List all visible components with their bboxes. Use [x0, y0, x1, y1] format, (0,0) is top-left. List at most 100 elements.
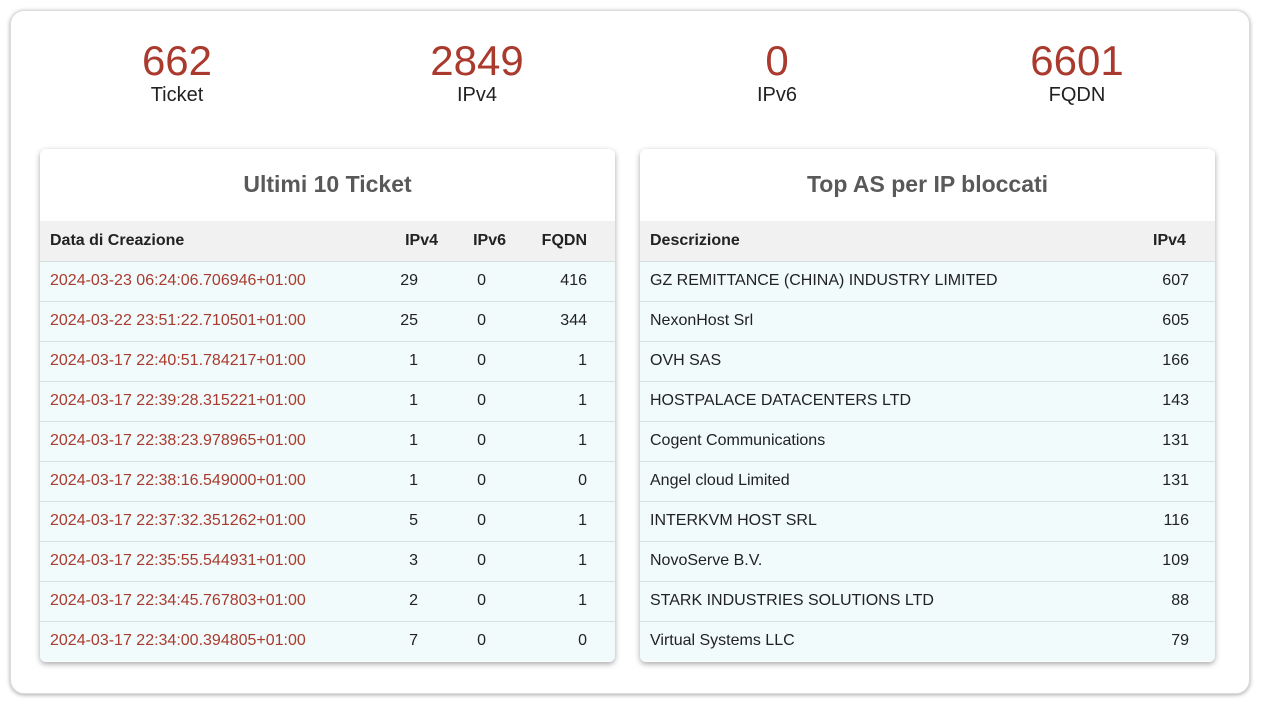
ticket-date-link[interactable]: 2024-03-17 22:34:45.767803+01:00 — [40, 580, 380, 621]
ticket-ipv6-cell: 0 — [448, 500, 516, 541]
table-row[interactable]: GZ REMITTANCE (CHINA) INDUSTRY LIMITED 60… — [640, 260, 1215, 301]
ticket-fqdn-cell: 1 — [516, 580, 615, 621]
ticket-fqdn-cell: 0 — [516, 620, 615, 661]
ticket-ipv4-cell: 7 — [380, 620, 448, 661]
ticket-ipv4-cell: 29 — [380, 260, 448, 301]
ticket-fqdn-cell: 1 — [516, 540, 615, 581]
stat-ipv6: 0 IPv6 — [627, 39, 927, 107]
as-description-cell: Virtual Systems LLC — [640, 620, 1115, 661]
ticket-ipv4-cell: 1 — [380, 460, 448, 501]
table-row[interactable]: 2024-03-17 22:38:16.549000+01:00 1 0 0 — [40, 460, 615, 501]
ticket-ipv4-cell: 25 — [380, 300, 448, 341]
table-row[interactable]: NexonHost Srl 605 — [640, 300, 1215, 341]
stat-ipv4-label: IPv4 — [456, 84, 498, 106]
table-row[interactable]: Virtual Systems LLC 79 — [640, 620, 1215, 661]
table-row[interactable]: 2024-03-17 22:38:23.978965+01:00 1 0 1 — [40, 420, 615, 461]
ticket-fqdn-cell: 1 — [516, 380, 615, 421]
ticket-ipv6-cell: 0 — [448, 260, 516, 301]
ticket-date-link[interactable]: 2024-03-17 22:39:28.315221+01:00 — [40, 380, 380, 421]
as-description-cell: NovoServe B.V. — [640, 540, 1115, 581]
table-row[interactable]: 2024-03-23 06:24:06.706946+01:00 29 0 416 — [40, 260, 615, 301]
table-row[interactable]: 2024-03-22 23:51:22.710501+01:00 25 0 344 — [40, 300, 615, 341]
table-row[interactable]: 2024-03-17 22:34:00.394805+01:00 7 0 0 — [40, 620, 615, 661]
table-row[interactable]: Cogent Communications 131 — [640, 420, 1215, 461]
top-as-title: Top AS per IP bloccati — [806, 171, 1049, 197]
dashboard-frame: 662 Ticket 2849 IPv4 0 IPv6 6601 FQDN Ul… — [10, 10, 1250, 694]
tickets-title: Ultimi 10 Ticket — [243, 171, 412, 197]
table-row[interactable]: 2024-03-17 22:39:28.315221+01:00 1 0 1 — [40, 380, 615, 421]
ticket-ipv6-cell: 0 — [448, 340, 516, 381]
as-ipv4-cell: 109 — [1115, 540, 1215, 581]
column-header-as-ipv4[interactable]: IPv4 — [1115, 221, 1215, 261]
table-row[interactable]: 2024-03-17 22:40:51.784217+01:00 1 0 1 — [40, 340, 615, 381]
stats-bar: 662 Ticket 2849 IPv4 0 IPv6 6601 FQDN — [11, 39, 1249, 119]
column-header-ipv6[interactable]: IPv6 — [448, 221, 516, 261]
table-row[interactable]: HOSTPALACE DATACENTERS LTD 143 — [640, 380, 1215, 421]
ticket-ipv4-cell: 2 — [380, 580, 448, 621]
as-ipv4-cell: 607 — [1115, 260, 1215, 301]
as-description-cell: GZ REMITTANCE (CHINA) INDUSTRY LIMITED — [640, 260, 1115, 301]
ticket-ipv6-cell: 0 — [448, 420, 516, 461]
table-row[interactable]: 2024-03-17 22:37:32.351262+01:00 5 0 1 — [40, 500, 615, 541]
top-as-card: Top AS per IP bloccati Descrizione IPv4 … — [640, 149, 1215, 662]
as-ipv4-cell: 605 — [1115, 300, 1215, 341]
top-as-header-row: Descrizione IPv4 — [640, 221, 1215, 261]
ticket-ipv4-cell: 3 — [380, 540, 448, 581]
table-row[interactable]: Angel cloud Limited 131 — [640, 460, 1215, 501]
ticket-ipv6-cell: 0 — [448, 380, 516, 421]
as-description-cell: OVH SAS — [640, 340, 1115, 381]
stat-ticket: 662 Ticket — [27, 39, 327, 107]
ticket-fqdn-cell: 416 — [516, 260, 615, 301]
stat-ticket-label: Ticket — [150, 84, 204, 106]
as-ipv4-cell: 79 — [1115, 620, 1215, 661]
ticket-date-link[interactable]: 2024-03-23 06:24:06.706946+01:00 — [40, 260, 380, 301]
ticket-date-link[interactable]: 2024-03-17 22:37:32.351262+01:00 — [40, 500, 380, 541]
column-header-date[interactable]: Data di Creazione — [40, 221, 380, 261]
column-header-description[interactable]: Descrizione — [640, 221, 1115, 261]
table-row[interactable]: NovoServe B.V. 109 — [640, 540, 1215, 581]
tickets-body: 2024-03-23 06:24:06.706946+01:00 29 0 416 20… — [40, 260, 615, 661]
ticket-ipv6-cell: 0 — [448, 580, 516, 621]
top-as-table: Descrizione IPv4 GZ REMITTANCE (CHINA) I… — [640, 221, 1215, 661]
as-ipv4-cell: 88 — [1115, 580, 1215, 621]
column-header-ipv4[interactable]: IPv4 — [380, 221, 448, 261]
as-ipv4-cell: 143 — [1115, 380, 1215, 421]
ticket-fqdn-cell: 1 — [516, 500, 615, 541]
ticket-ipv4-cell: 1 — [380, 380, 448, 421]
stat-fqdn: 6601 FQDN — [927, 39, 1227, 107]
as-description-cell: NexonHost Srl — [640, 300, 1115, 341]
stat-fqdn-label: FQDN — [1048, 84, 1106, 106]
ticket-date-link[interactable]: 2024-03-17 22:38:16.549000+01:00 — [40, 460, 380, 501]
table-row[interactable]: OVH SAS 166 — [640, 340, 1215, 381]
as-description-cell: Cogent Communications — [640, 420, 1115, 461]
tickets-header-row: Data di Creazione IPv4 IPv6 FQDN — [40, 221, 615, 261]
ticket-ipv4-cell: 1 — [380, 420, 448, 461]
stat-ipv6-label: IPv6 — [756, 84, 798, 106]
as-description-cell: Angel cloud Limited — [640, 460, 1115, 501]
ticket-ipv4-cell: 1 — [380, 340, 448, 381]
as-description-cell: HOSTPALACE DATACENTERS LTD — [640, 380, 1115, 421]
ticket-date-link[interactable]: 2024-03-17 22:35:55.544931+01:00 — [40, 540, 380, 581]
stat-ticket-value: 662 — [141, 37, 213, 84]
stat-ipv4-value: 2849 — [430, 37, 524, 84]
ticket-date-link[interactable]: 2024-03-22 23:51:22.710501+01:00 — [40, 300, 380, 341]
stat-ipv4: 2849 IPv4 — [327, 39, 627, 107]
ticket-ipv6-cell: 0 — [448, 300, 516, 341]
ticket-fqdn-cell: 1 — [516, 340, 615, 381]
column-header-fqdn[interactable]: FQDN — [516, 221, 615, 261]
table-row[interactable]: INTERKVM HOST SRL 116 — [640, 500, 1215, 541]
table-row[interactable]: STARK INDUSTRIES SOLUTIONS LTD 88 — [640, 580, 1215, 621]
table-row[interactable]: 2024-03-17 22:34:45.767803+01:00 2 0 1 — [40, 580, 615, 621]
ticket-date-link[interactable]: 2024-03-17 22:40:51.784217+01:00 — [40, 340, 380, 381]
ticket-ipv6-cell: 0 — [448, 460, 516, 501]
ticket-fqdn-cell: 344 — [516, 300, 615, 341]
ticket-ipv6-cell: 0 — [448, 540, 516, 581]
tickets-card: Ultimi 10 Ticket Data di Creazione IPv4 … — [40, 149, 615, 662]
as-description-cell: STARK INDUSTRIES SOLUTIONS LTD — [640, 580, 1115, 621]
ticket-date-link[interactable]: 2024-03-17 22:34:00.394805+01:00 — [40, 620, 380, 661]
ticket-date-link[interactable]: 2024-03-17 22:38:23.978965+01:00 — [40, 420, 380, 461]
ticket-fqdn-cell: 1 — [516, 420, 615, 461]
stat-ipv6-value: 0 — [765, 37, 789, 84]
tickets-table: Data di Creazione IPv4 IPv6 FQDN 2024-03… — [40, 221, 615, 661]
table-row[interactable]: 2024-03-17 22:35:55.544931+01:00 3 0 1 — [40, 540, 615, 581]
